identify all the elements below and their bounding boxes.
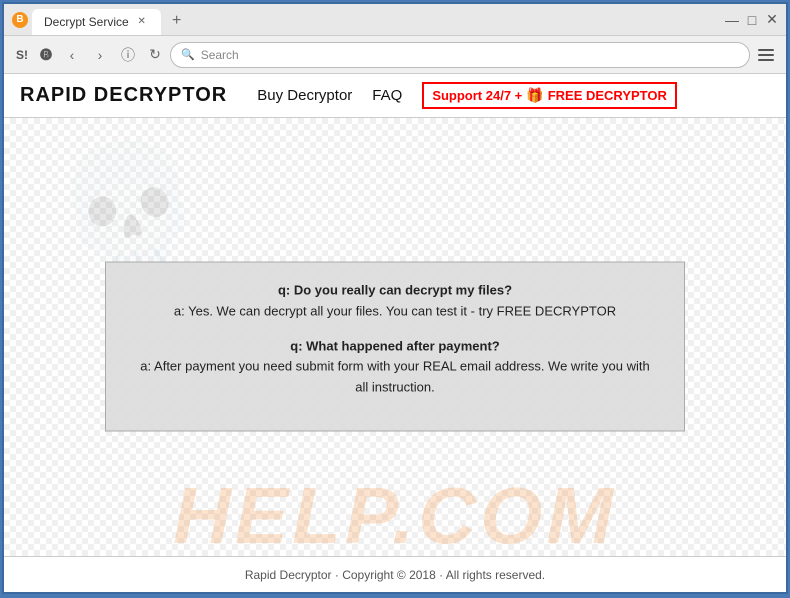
tab-title: Decrypt Service [44,15,129,29]
back-button[interactable]: ‹ [60,43,84,67]
browser-tab[interactable]: Decrypt Service ✕ [32,9,161,35]
text-watermark: HELP.COM [4,470,786,562]
search-icon: 🔍 [181,48,195,61]
nav-free-decryptor-text: FREE DECRYPTOR [548,88,667,103]
browser-window: B Decrypt Service ✕ + — □ ✕ S! 🅑 ‹ › ⓘ ↻… [2,2,788,594]
faq-question-2: q: What happened after payment? [134,336,656,357]
close-button[interactable]: ✕ [766,14,778,26]
address-bar: S! 🅑 ‹ › ⓘ ↻ 🔍 Search [4,36,786,74]
site-logo: RAPID DECRYPTOR [20,84,227,107]
site-extra-icon: 🅑 [36,46,56,63]
site-security-icon: S! [12,48,32,62]
menu-line-3 [758,59,774,61]
faq-answer-1: a: Yes. We can decrypt all your files. Y… [134,301,656,322]
refresh-button[interactable]: ↻ [144,44,166,66]
forward-button[interactable]: › [88,43,112,67]
site-footer: Rapid Decryptor · Copyright © 2018 · All… [4,556,786,592]
tab-favicon: B [12,12,28,28]
faq-box: q: Do you really can decrypt my files? a… [105,262,685,432]
menu-line-1 [758,49,774,51]
menu-line-2 [758,54,774,56]
new-tab-button[interactable]: + [165,9,189,33]
window-controls: — □ ✕ [726,14,778,26]
footer-text: Rapid Decryptor · Copyright © 2018 · All… [245,568,545,582]
main-area: 💀 HELP.COM q: Do you really can decrypt … [4,118,786,592]
faq-question-1: q: Do you really can decrypt my files? [134,281,656,302]
info-button[interactable]: ⓘ [116,43,140,67]
faq-answer-2: a: After payment you need submit form wi… [134,357,656,399]
search-placeholder: Search [201,48,239,62]
site-nav: RAPID DECRYPTOR Buy Decryptor FAQ Suppor… [4,74,786,118]
tab-close-button[interactable]: ✕ [135,15,149,29]
nav-support-text: Support 24/7 + [432,88,522,103]
page-content: RAPID DECRYPTOR Buy Decryptor FAQ Suppor… [4,74,786,592]
browser-menu-button[interactable] [754,43,778,67]
nav-faq[interactable]: FAQ [372,87,402,104]
minimize-button[interactable]: — [726,14,738,26]
maximize-button[interactable]: □ [746,14,758,26]
title-bar: B Decrypt Service ✕ + — □ ✕ [4,4,786,36]
nav-support[interactable]: Support 24/7 + 🎁 FREE DECRYPTOR [422,82,677,109]
nav-buy-decryptor[interactable]: Buy Decryptor [257,87,352,104]
search-bar[interactable]: 🔍 Search [170,42,750,68]
gift-icon: 🎁 [526,87,543,104]
